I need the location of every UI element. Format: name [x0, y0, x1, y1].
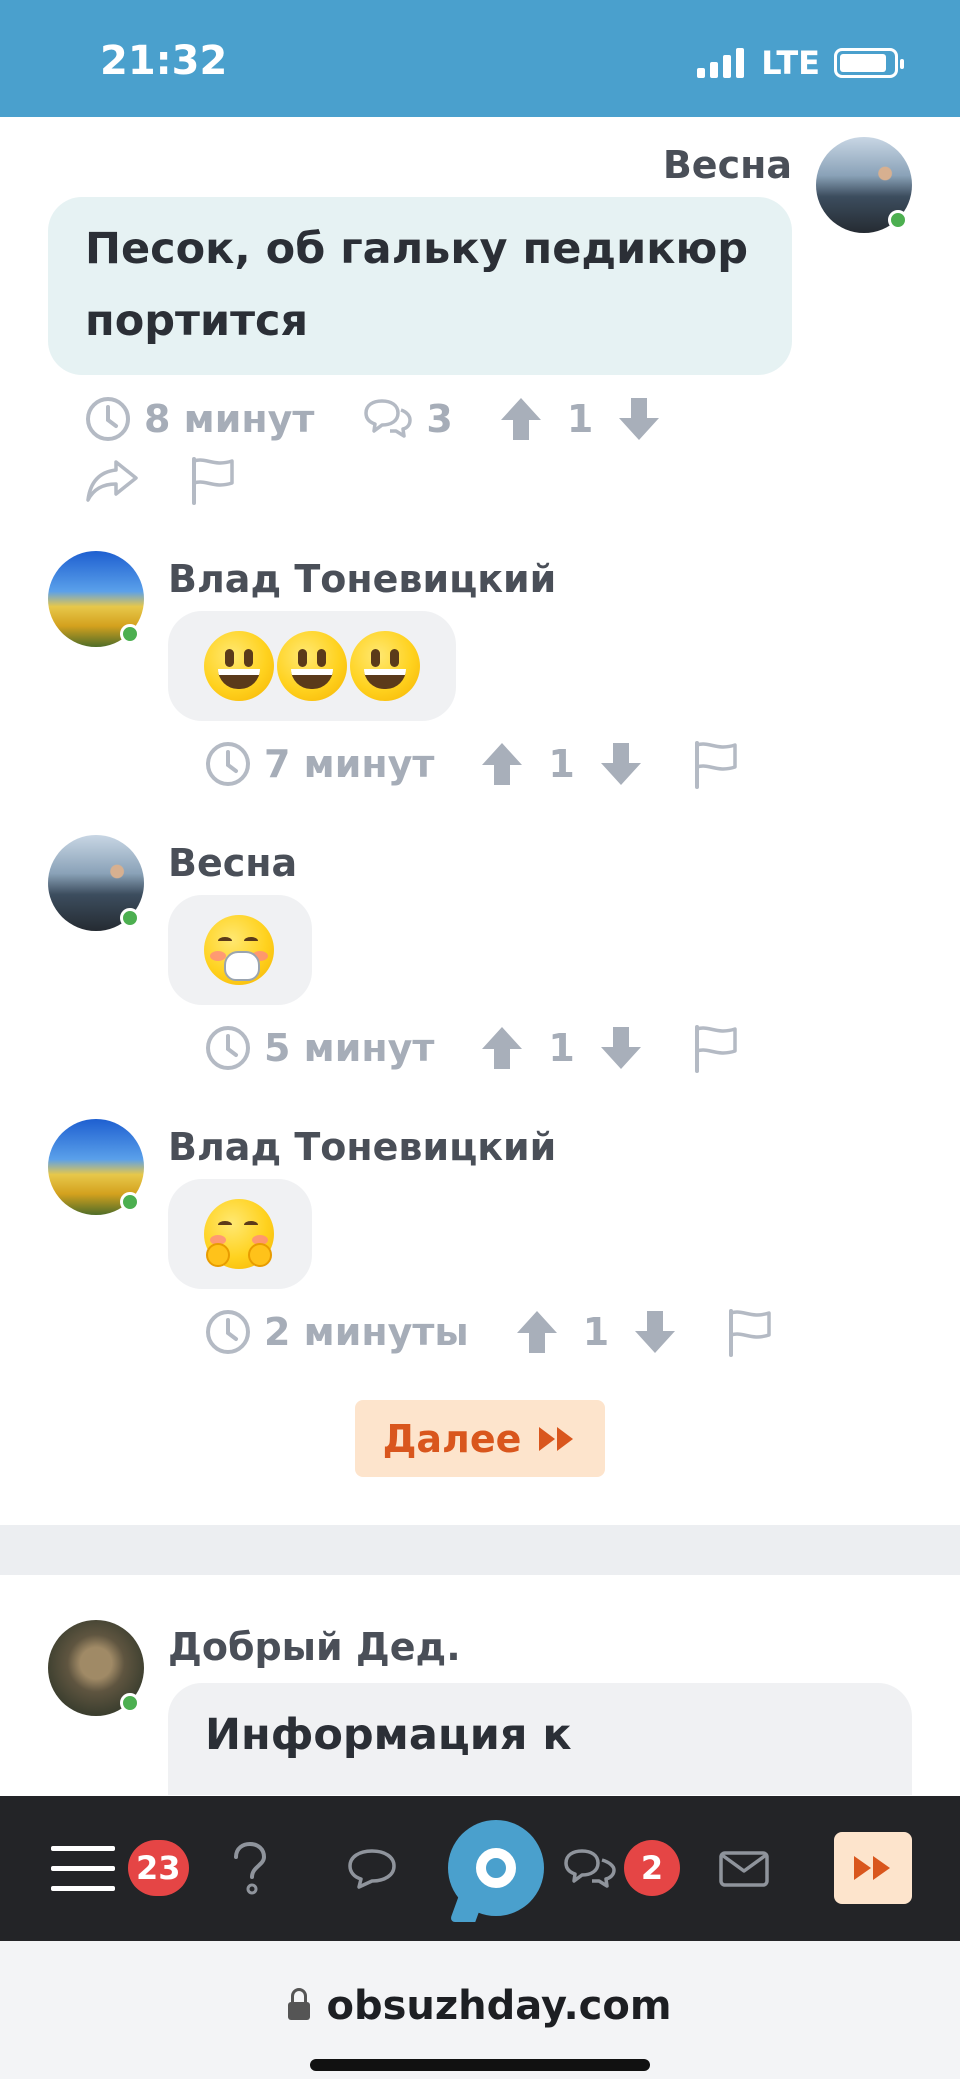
post-author[interactable]: Добрый Дед.	[168, 1625, 461, 1669]
flag-icon[interactable]	[725, 1307, 775, 1357]
clock-icon	[84, 395, 132, 443]
help-button[interactable]	[222, 1796, 278, 1941]
url-text: obsuzhday.com	[326, 1983, 672, 2029]
comment-bubble	[168, 1179, 312, 1289]
menu-badge: 23	[128, 1840, 189, 1896]
comment-bubble: Песок, об гальку педикюр портится	[48, 197, 792, 375]
more-button-label: Далее	[382, 1416, 522, 1461]
home-indicator[interactable]	[310, 2059, 650, 2071]
grinning-face-icon	[204, 631, 274, 701]
flag-icon[interactable]	[691, 739, 741, 789]
lock-icon	[288, 1988, 311, 2020]
next-button[interactable]	[834, 1832, 912, 1904]
flag-icon[interactable]	[691, 1023, 741, 1073]
comment-time: 7 минут	[264, 742, 435, 786]
comment-meta: 7 минут 1	[204, 739, 741, 789]
comment-meta: 2 минуты 1	[204, 1307, 775, 1357]
mail-icon	[719, 1850, 769, 1887]
replies-count: 3	[426, 397, 453, 441]
url-field[interactable]: obsuzhday.com	[0, 1983, 960, 2029]
menu-button[interactable]	[48, 1796, 118, 1941]
comments-card: Весна Песок, об гальку педикюр портится …	[0, 117, 960, 1525]
logo-icon	[476, 1848, 516, 1888]
comment-time: 5 минут	[264, 1026, 435, 1070]
comment-author[interactable]: Влад Тоневицкий	[168, 557, 556, 601]
messages-badge: 2	[624, 1840, 680, 1896]
fast-forward-icon	[854, 1856, 890, 1880]
chat-button[interactable]	[342, 1796, 402, 1941]
home-logo-button[interactable]	[448, 1820, 544, 1916]
flag-icon[interactable]	[188, 455, 238, 505]
online-indicator	[120, 624, 140, 644]
comment-text: Песок, об гальку педикюр портится	[85, 224, 749, 346]
bottom-nav: 23 2	[0, 1796, 960, 1941]
comment-bubble	[168, 611, 456, 721]
comment-time: 8 минут	[144, 397, 315, 441]
clock-icon	[204, 1308, 252, 1356]
share-icon[interactable]	[84, 456, 140, 504]
mail-button[interactable]	[716, 1796, 772, 1941]
face-with-hand-over-mouth-icon	[204, 915, 274, 985]
upvote-icon[interactable]	[480, 741, 524, 787]
score: 1	[548, 742, 575, 786]
score: 1	[548, 1026, 575, 1070]
downvote-icon[interactable]	[599, 1025, 643, 1071]
comment-author[interactable]: Весна	[663, 143, 792, 187]
downvote-icon[interactable]	[617, 396, 661, 442]
comment-bubble	[168, 895, 312, 1005]
discussions-button[interactable]	[560, 1796, 622, 1941]
menu-icon	[51, 1845, 115, 1891]
replies-icon[interactable]	[360, 397, 416, 441]
upvote-icon[interactable]	[480, 1025, 524, 1071]
grinning-face-icon	[350, 631, 420, 701]
post-text: Информация к	[205, 1710, 572, 1760]
signal-icon	[697, 48, 745, 78]
comment-author[interactable]: Влад Тоневицкий	[168, 1125, 556, 1169]
clock-icon	[204, 740, 252, 788]
downvote-icon[interactable]	[633, 1309, 677, 1355]
online-indicator	[120, 908, 140, 928]
discussions-icon	[564, 1848, 616, 1888]
status-time: 21:32	[100, 38, 228, 84]
browser-address-bar: obsuzhday.com	[0, 1941, 960, 2079]
feed-separator	[0, 1525, 960, 1575]
post-card: Добрый Дед. Информация к	[0, 1575, 960, 1795]
battery-icon	[834, 48, 904, 78]
fast-forward-icon	[539, 1426, 574, 1451]
downvote-icon[interactable]	[599, 741, 643, 787]
chat-bubble-icon	[348, 1848, 396, 1889]
network-label: LTE	[761, 44, 820, 82]
comment-meta: 5 минут 1	[204, 1023, 741, 1073]
online-indicator	[120, 1693, 140, 1713]
score: 1	[566, 397, 594, 441]
online-indicator	[120, 1192, 140, 1212]
upvote-icon[interactable]	[499, 396, 543, 442]
comment-time: 2 минуты	[264, 1310, 469, 1354]
hugging-face-icon	[204, 1199, 274, 1269]
comment-meta: 8 минут 3 1	[84, 395, 661, 443]
question-icon	[234, 1841, 267, 1894]
clock-icon	[204, 1024, 252, 1072]
online-indicator	[888, 210, 908, 230]
more-button[interactable]: Далее	[355, 1400, 605, 1477]
grinning-face-icon	[277, 631, 347, 701]
post-bubble: Информация к	[168, 1683, 912, 1795]
comment-author[interactable]: Весна	[168, 841, 297, 885]
status-bar: 21:32 LTE	[0, 0, 960, 117]
upvote-icon[interactable]	[515, 1309, 559, 1355]
score: 1	[582, 1310, 610, 1354]
